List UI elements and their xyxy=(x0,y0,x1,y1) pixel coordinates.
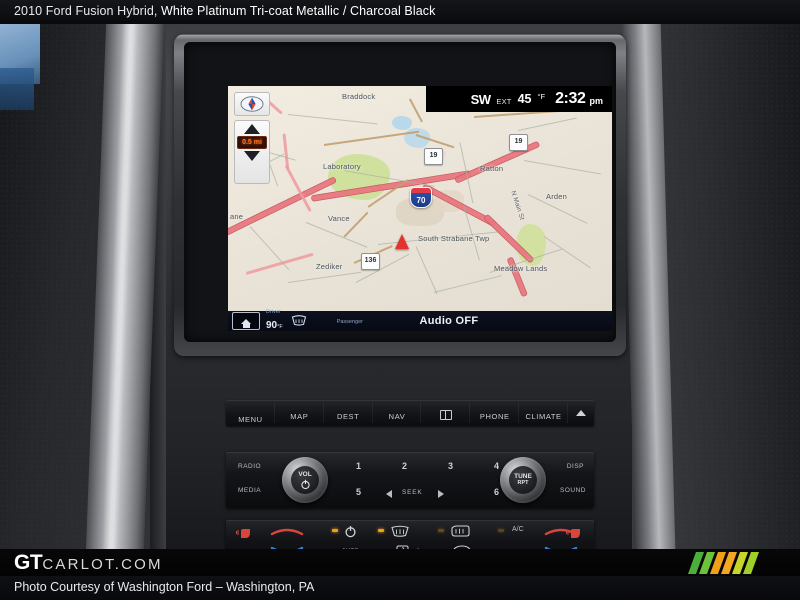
clock-time: 2:32 xyxy=(555,90,586,107)
driver-temp-up-button[interactable] xyxy=(270,526,304,536)
function-button-row: MENU MAP DEST NAV PHONE CLIMATE xyxy=(226,400,594,426)
phone-button[interactable]: PHONE xyxy=(470,400,520,426)
watermark-gt: GT xyxy=(14,551,43,574)
route-shield: 19 xyxy=(424,148,443,165)
driver-heated-seat-icon[interactable] xyxy=(236,526,254,540)
window-reflection-lower xyxy=(0,68,34,110)
home-icon[interactable] xyxy=(232,312,260,330)
radio-button[interactable]: RADIO xyxy=(238,463,261,470)
map-canvas[interactable]: Braddock Laboratory Ratton Arden Vance Z… xyxy=(228,86,612,311)
vehicle-title: 2010 Ford Fusion Hybrid, xyxy=(14,4,158,18)
eject-button[interactable] xyxy=(568,410,594,416)
media-button[interactable]: MEDIA xyxy=(238,487,261,494)
climate-power-button[interactable] xyxy=(344,525,357,538)
front-defrost-led xyxy=(438,529,444,532)
disp-button[interactable]: DISP xyxy=(567,463,584,470)
preset-button-4[interactable]: 4 xyxy=(494,461,499,471)
preset-button-6[interactable]: 6 xyxy=(494,487,499,497)
eject-icon xyxy=(576,410,587,416)
zoom-in-arrow-icon[interactable] xyxy=(244,124,260,134)
rpt-label: RPT xyxy=(517,480,529,486)
volume-label: VOL xyxy=(298,470,312,478)
audio-control-panel: RADIO MEDIA DISP SOUND 1 2 3 4 5 6 SEEK … xyxy=(226,452,594,508)
tune-label: TUNE xyxy=(514,473,532,480)
screen-bezel-highlight xyxy=(176,35,624,40)
watermark-stripes xyxy=(687,552,788,574)
photo-credit-bar: Photo Courtesy of Washington Ford – Wash… xyxy=(0,576,800,600)
clock-meridiem: pm xyxy=(589,96,604,106)
compass-icon[interactable] xyxy=(234,92,270,116)
nav-status-strip: SW EXT 45 °F 2:32 pm xyxy=(426,86,612,112)
listing-header-bar: 2010 Ford Fusion Hybrid, White Platinum … xyxy=(0,0,800,24)
preset-button-3[interactable]: 3 xyxy=(448,461,453,471)
map-label: ane xyxy=(230,212,244,221)
map-label: Zediker xyxy=(316,262,343,271)
ac-led-indicator xyxy=(498,529,504,532)
preset-button-5[interactable]: 5 xyxy=(356,487,361,497)
split-screen-icon xyxy=(439,410,452,420)
audio-status: Audio OFF xyxy=(419,315,479,327)
nav-button[interactable]: NAV xyxy=(373,400,422,426)
map-label: South Strabane Twp xyxy=(418,234,490,243)
heading-indicator: SW xyxy=(470,91,491,107)
route-shield: 136 xyxy=(361,253,380,270)
front-defrost-button[interactable] xyxy=(450,525,470,538)
site-watermark: GTCARLOT.COM xyxy=(14,551,163,575)
split-screen-button[interactable] xyxy=(421,400,471,426)
map-water-body xyxy=(392,116,412,130)
vehicle-position-marker xyxy=(395,234,409,249)
vehicle-colors: White Platinum Tri-coat Metallic / Charc… xyxy=(161,4,436,18)
compass-glyph xyxy=(240,96,264,112)
map-label: Vance xyxy=(328,214,350,223)
home-glyph xyxy=(241,318,251,328)
preset-button-1[interactable]: 1 xyxy=(356,461,361,471)
map-label: Braddock xyxy=(342,92,376,101)
volume-knob[interactable]: VOL xyxy=(282,457,328,503)
map-scale-label: 0.5 mi xyxy=(237,136,267,149)
map-label: Meadow Lands xyxy=(494,264,548,273)
map-label: Laboratory xyxy=(323,162,361,171)
exterior-temperature: 45 xyxy=(517,92,532,106)
seek-next-icon[interactable] xyxy=(438,490,444,498)
preset-button-2[interactable]: 2 xyxy=(402,461,407,471)
tune-knob[interactable]: TUNE RPT xyxy=(500,457,546,503)
driver-temperature: 90 xyxy=(266,320,278,331)
watermark-carlot: CARLOT.COM xyxy=(42,556,163,573)
defrost-led-indicator xyxy=(378,529,384,532)
passenger-heated-seat-icon[interactable] xyxy=(566,526,584,540)
sound-button[interactable]: SOUND xyxy=(560,487,586,494)
power-led-indicator xyxy=(332,529,338,532)
driver-temp-unit: °F xyxy=(277,324,283,330)
vehicle-interior-photo: Braddock Laboratory Ratton Arden Vance Z… xyxy=(0,24,800,549)
seek-previous-icon[interactable] xyxy=(386,490,392,498)
climate-button[interactable]: CLIMATE xyxy=(519,400,568,426)
display-status-bar: Driver 90°F Passenger Audio OFF xyxy=(228,309,612,331)
map-label: Arden xyxy=(546,192,568,201)
exterior-temp-label: EXT xyxy=(496,96,512,106)
power-icon xyxy=(300,479,310,489)
screenshot-root: 2010 Ford Fusion Hybrid, White Platinum … xyxy=(0,0,800,600)
map-label: Ratton xyxy=(480,164,504,173)
zoom-out-arrow-icon[interactable] xyxy=(244,151,260,161)
menu-button[interactable]: MENU xyxy=(226,400,275,426)
climate-control-panel: AUTO – + xyxy=(226,520,594,549)
route-shield: 19 xyxy=(509,134,528,151)
map-button[interactable]: MAP xyxy=(275,400,324,426)
listing-header-text: 2010 Ford Fusion Hybrid, White Platinum … xyxy=(14,4,435,18)
ac-button[interactable]: A/C xyxy=(512,526,524,533)
interstate-shield: 70 xyxy=(410,187,432,208)
seek-label: SEEK xyxy=(402,489,423,496)
navigation-display[interactable]: Braddock Laboratory Ratton Arden Vance Z… xyxy=(228,86,612,331)
tune-knob-face: TUNE RPT xyxy=(509,466,537,494)
temperature-unit: °F xyxy=(537,91,546,101)
volume-knob-face: VOL xyxy=(291,466,319,494)
map-zoom-control[interactable]: 0.5 mi xyxy=(234,120,270,184)
photo-credit-text: Photo Courtesy of Washington Ford – Wash… xyxy=(14,580,315,594)
dest-button[interactable]: DEST xyxy=(324,400,373,426)
rear-defrost-button[interactable] xyxy=(390,525,410,538)
